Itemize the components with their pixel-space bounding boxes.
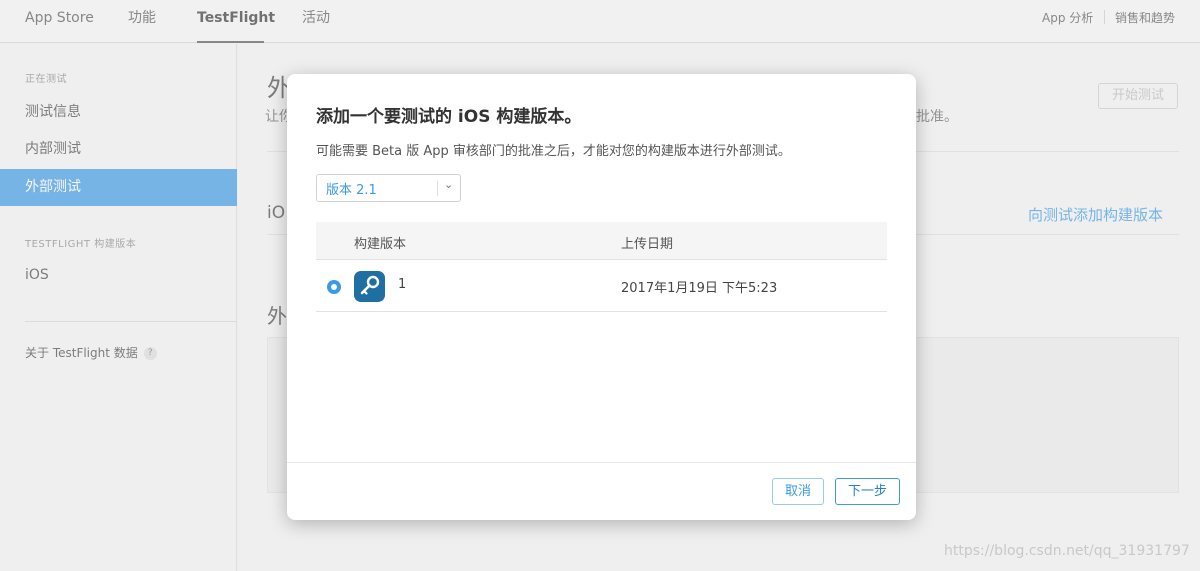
version-select[interactable]: 版本 2.1 ⌄ bbox=[316, 174, 461, 202]
add-build-dialog: 添加一个要测试的 iOS 构建版本。 可能需要 Beta 版 App 审核部门的… bbox=[287, 74, 916, 520]
watermark: https://blog.csdn.net/qq_31931797 bbox=[944, 543, 1190, 559]
chevron-down-icon: ⌄ bbox=[444, 178, 454, 191]
upload-date: 2017年1月19日 下午5:23 bbox=[621, 281, 778, 296]
version-select-value: 版本 2.1 bbox=[326, 183, 377, 198]
build-number: 1 bbox=[398, 277, 407, 292]
table-row[interactable]: 1 2017年1月19日 下午5:23 bbox=[316, 261, 887, 312]
column-upload-date: 上传日期 bbox=[621, 237, 674, 252]
dialog-title: 添加一个要测试的 iOS 构建版本。 bbox=[316, 107, 582, 127]
dialog-footer-divider bbox=[287, 462, 916, 463]
cancel-button[interactable]: 取消 bbox=[772, 478, 824, 505]
select-divider bbox=[437, 181, 438, 196]
dialog-description: 可能需要 Beta 版 App 审核部门的批准之后，才能对您的构建版本进行外部测… bbox=[316, 144, 791, 159]
app-icon bbox=[354, 271, 385, 302]
builds-table-header: 构建版本 上传日期 bbox=[316, 222, 887, 260]
build-radio[interactable] bbox=[327, 280, 341, 294]
column-build: 构建版本 bbox=[354, 237, 407, 252]
next-button[interactable]: 下一步 bbox=[835, 478, 900, 505]
